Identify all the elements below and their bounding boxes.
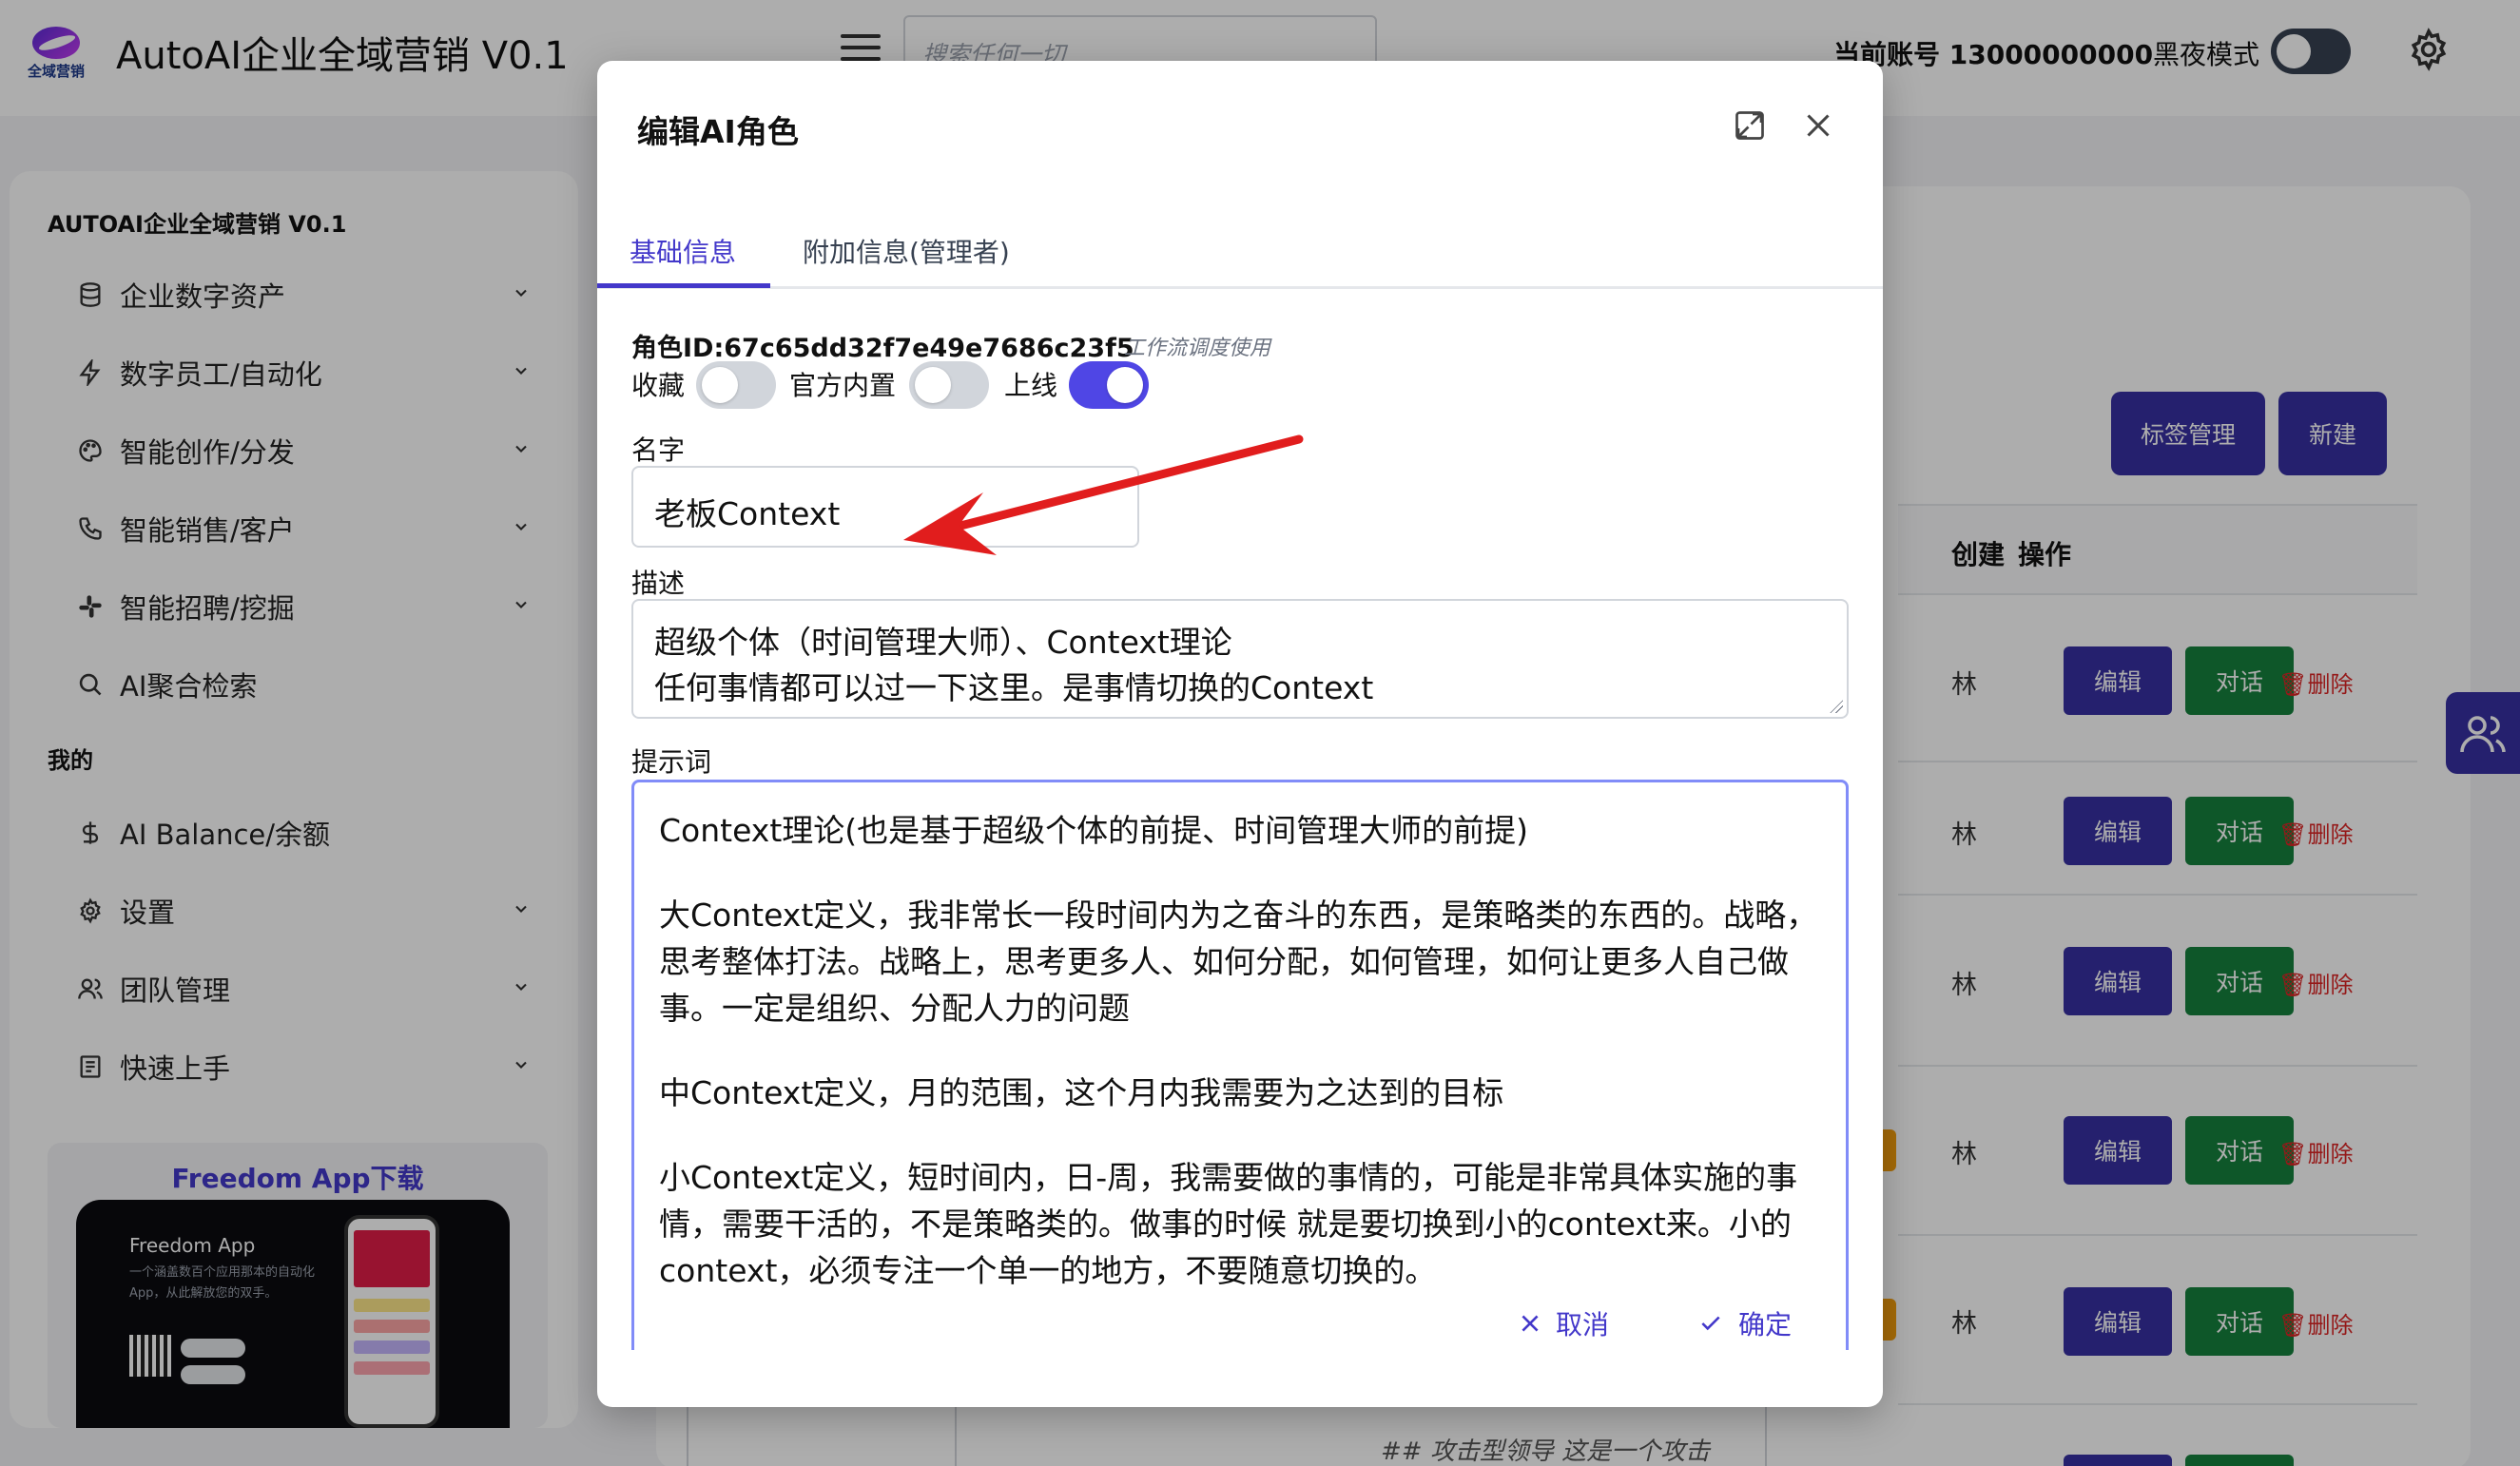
favorite-toggle[interactable] bbox=[696, 361, 776, 409]
check-icon bbox=[1701, 1316, 1720, 1331]
active-tab-indicator bbox=[597, 283, 770, 288]
tab-basic-info[interactable]: 基础信息 bbox=[630, 232, 736, 270]
resize-handle-icon[interactable] bbox=[1830, 700, 1843, 713]
close-icon bbox=[1522, 1315, 1539, 1332]
builtin-toggle[interactable] bbox=[909, 361, 989, 409]
online-label: 上线 bbox=[1004, 370, 1058, 401]
dialog-title: 编辑AI角色 bbox=[637, 113, 799, 150]
prompt-textarea[interactable]: Context理论(也是基于超级个体的前提、时间管理大师的前提) 大Contex… bbox=[631, 780, 1849, 1350]
online-toggle[interactable] bbox=[1069, 361, 1149, 409]
edit-ai-role-dialog: 编辑AI角色 基础信息 附加信息(管理者) 角色ID:67c65dd32f7e4… bbox=[597, 61, 1883, 1407]
builtin-label: 官方内置 bbox=[789, 370, 897, 401]
confirm-button[interactable]: 确定 bbox=[1696, 1304, 1792, 1342]
expand-icon[interactable] bbox=[1733, 108, 1767, 143]
dialog-tabs: 基础信息 附加信息(管理者) bbox=[597, 213, 1883, 289]
description-label: 描述 bbox=[631, 568, 686, 599]
name-label: 名字 bbox=[631, 434, 686, 466]
name-input[interactable]: 老板Context bbox=[631, 466, 1139, 548]
role-id: 角色ID:67c65dd32f7e49e7686c23f5 bbox=[631, 334, 1134, 363]
prompt-label: 提示词 bbox=[631, 746, 712, 778]
tab-extra-info[interactable]: 附加信息(管理者) bbox=[803, 232, 1010, 270]
role-id-note: 工作流调度使用 bbox=[1124, 337, 1271, 360]
cancel-button[interactable]: 取消 bbox=[1518, 1304, 1609, 1342]
favorite-label: 收藏 bbox=[631, 370, 686, 401]
description-textarea[interactable]: 超级个体（时间管理大师）、Context理论 任何事情都可以过一下这里。是事情切… bbox=[631, 599, 1849, 719]
close-icon[interactable] bbox=[1801, 108, 1835, 143]
